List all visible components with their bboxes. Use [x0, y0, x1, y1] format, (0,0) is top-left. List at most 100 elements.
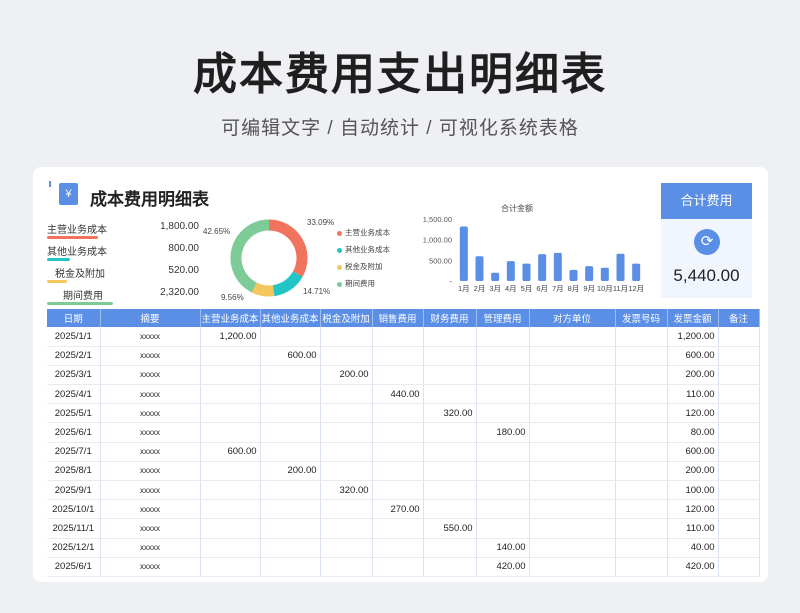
column-header[interactable]: 其他业务成本 [260, 309, 321, 327]
table-cell[interactable]: xxxxx [100, 557, 201, 577]
table-cell[interactable]: 2025/4/1 [47, 384, 101, 405]
table-cell[interactable] [476, 365, 530, 386]
table-cell[interactable] [372, 557, 424, 577]
table-cell[interactable] [529, 499, 616, 520]
table-cell[interactable]: 270.00 [372, 499, 424, 520]
table-cell[interactable] [615, 557, 668, 577]
table-cell[interactable] [718, 442, 760, 462]
table-cell[interactable] [200, 422, 261, 443]
table-cell[interactable] [718, 422, 760, 443]
table-cell[interactable] [615, 518, 668, 539]
table-cell[interactable] [260, 480, 321, 501]
table-cell[interactable]: xxxxx [100, 403, 201, 424]
table-cell[interactable] [423, 557, 477, 577]
table-cell[interactable] [529, 461, 616, 482]
table-cell[interactable] [615, 327, 668, 347]
table-cell[interactable]: 600.00 [260, 346, 321, 366]
table-cell[interactable]: xxxxx [100, 365, 201, 386]
table-cell[interactable] [200, 403, 261, 424]
table-cell[interactable] [718, 499, 760, 520]
table-cell[interactable] [529, 442, 616, 462]
table-cell[interactable] [615, 461, 668, 482]
table-cell[interactable] [200, 384, 261, 405]
table-cell[interactable] [718, 403, 760, 424]
table-cell[interactable]: 2025/2/1 [47, 346, 101, 366]
table-cell[interactable]: 2025/10/1 [47, 499, 101, 520]
table-cell[interactable] [529, 384, 616, 405]
table-cell[interactable] [320, 518, 373, 539]
table-cell[interactable] [372, 538, 424, 558]
table-cell[interactable]: 2025/8/1 [47, 461, 101, 482]
table-cell[interactable] [476, 384, 530, 405]
column-header[interactable]: 管理费用 [476, 309, 530, 327]
table-cell[interactable] [200, 461, 261, 482]
table-cell[interactable] [476, 461, 530, 482]
table-cell[interactable] [260, 365, 321, 386]
table-cell[interactable] [529, 403, 616, 424]
table-cell[interactable] [320, 557, 373, 577]
table-cell[interactable]: 1,200.00 [200, 327, 261, 347]
table-cell[interactable]: 2025/7/1 [47, 442, 101, 462]
table-cell[interactable] [615, 365, 668, 386]
table-cell[interactable] [320, 538, 373, 558]
table-cell[interactable] [320, 403, 373, 424]
refresh-icon[interactable]: ⟳ [694, 229, 720, 255]
table-cell[interactable] [260, 518, 321, 539]
table-cell[interactable] [476, 346, 530, 366]
table-cell[interactable] [615, 499, 668, 520]
table-cell[interactable] [476, 518, 530, 539]
table-cell[interactable]: 80.00 [667, 422, 719, 443]
table-cell[interactable]: 2025/5/1 [47, 403, 101, 424]
column-header[interactable]: 日期 [47, 309, 101, 327]
table-cell[interactable] [423, 346, 477, 366]
table-cell[interactable] [320, 384, 373, 405]
column-header[interactable]: 发票金额 [667, 309, 719, 327]
table-cell[interactable] [372, 461, 424, 482]
table-cell[interactable]: 2025/11/1 [47, 518, 101, 539]
column-header[interactable]: 摘要 [100, 309, 201, 327]
table-cell[interactable]: 200.00 [320, 365, 373, 386]
table-cell[interactable]: 200.00 [667, 461, 719, 482]
table-cell[interactable]: 1,200.00 [667, 327, 719, 347]
column-header[interactable]: 财务费用 [423, 309, 477, 327]
table-cell[interactable] [200, 499, 261, 520]
table-cell[interactable] [529, 557, 616, 577]
table-cell[interactable]: 2025/6/1 [47, 422, 101, 443]
table-cell[interactable]: 420.00 [667, 557, 719, 577]
table-cell[interactable]: 2025/9/1 [47, 480, 101, 501]
table-cell[interactable]: xxxxx [100, 480, 201, 501]
table-cell[interactable]: xxxxx [100, 442, 201, 462]
table-cell[interactable] [476, 403, 530, 424]
table-cell[interactable] [529, 422, 616, 443]
table-cell[interactable]: xxxxx [100, 538, 201, 558]
table-cell[interactable] [372, 518, 424, 539]
table-cell[interactable] [260, 403, 321, 424]
table-cell[interactable]: 140.00 [476, 538, 530, 558]
table-cell[interactable] [372, 365, 424, 386]
table-cell[interactable] [372, 346, 424, 366]
table-cell[interactable]: 550.00 [423, 518, 477, 539]
table-cell[interactable] [200, 518, 261, 539]
table-cell[interactable] [423, 480, 477, 501]
table-cell[interactable] [372, 442, 424, 462]
table-cell[interactable]: 180.00 [476, 422, 530, 443]
column-header[interactable]: 备注 [718, 309, 760, 327]
table-cell[interactable]: 600.00 [667, 346, 719, 366]
table-cell[interactable] [320, 422, 373, 443]
table-cell[interactable] [423, 384, 477, 405]
table-cell[interactable]: 120.00 [667, 403, 719, 424]
table-cell[interactable] [476, 480, 530, 501]
table-cell[interactable]: xxxxx [100, 346, 201, 366]
table-cell[interactable]: 600.00 [200, 442, 261, 462]
table-cell[interactable]: xxxxx [100, 499, 201, 520]
table-cell[interactable] [372, 422, 424, 443]
table-cell[interactable] [423, 327, 477, 347]
table-cell[interactable] [718, 557, 760, 577]
table-cell[interactable] [529, 480, 616, 501]
table-cell[interactable] [320, 327, 373, 347]
table-cell[interactable]: 120.00 [667, 499, 719, 520]
table-cell[interactable]: xxxxx [100, 518, 201, 539]
table-cell[interactable]: 200.00 [667, 365, 719, 386]
table-cell[interactable]: 2025/6/1 [47, 557, 101, 577]
table-cell[interactable] [718, 538, 760, 558]
